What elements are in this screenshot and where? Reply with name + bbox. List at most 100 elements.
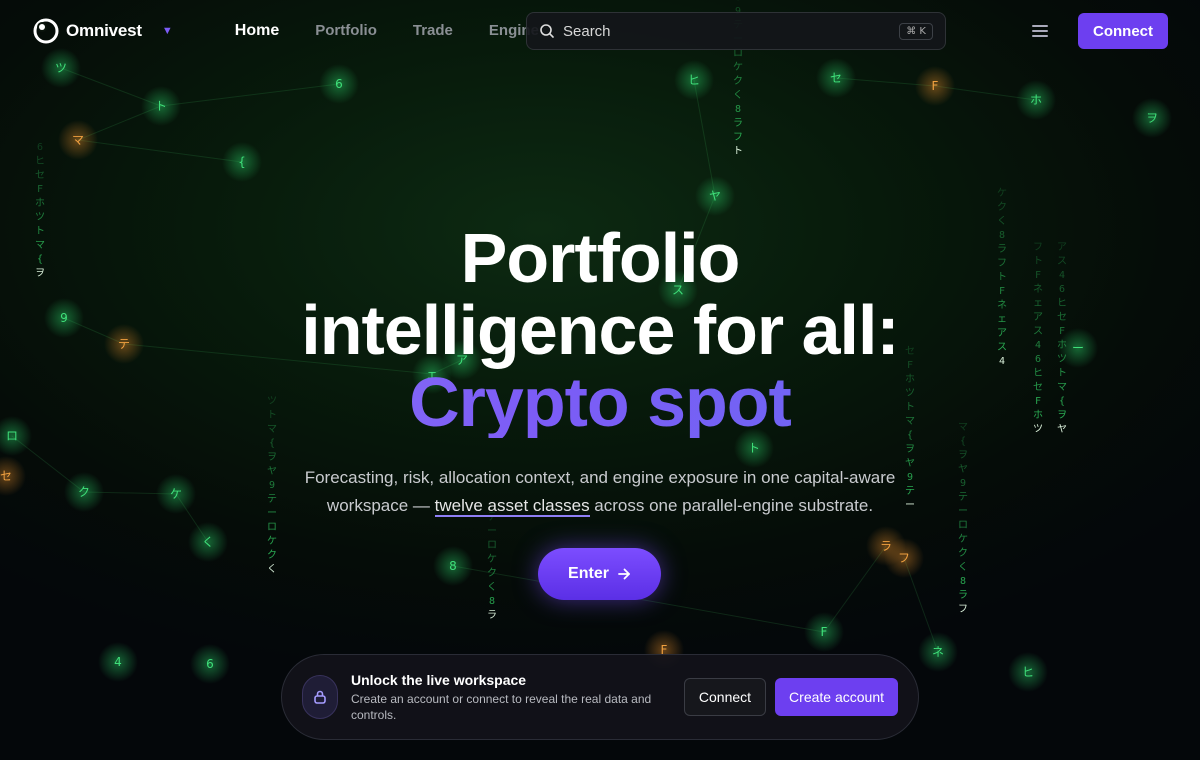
glow-node: 6 — [190, 644, 230, 684]
matrix-glyph: ケ — [997, 187, 1007, 199]
network-link — [160, 83, 340, 107]
svg-text:6: 6 — [206, 657, 214, 671]
svg-text:ツ: ツ — [55, 61, 67, 75]
glow-node: く — [188, 522, 228, 562]
unlock-title: Unlock the live workspace — [351, 671, 527, 688]
matrix-glyph: ラ — [487, 609, 497, 621]
glow-node: 4 — [98, 642, 138, 682]
glow-node: ラ — [866, 526, 906, 566]
omnivest-logo-icon — [33, 18, 59, 44]
search-placeholder: Search — [563, 22, 611, 40]
svg-text:セ: セ — [0, 469, 12, 483]
network-link — [77, 139, 243, 163]
glow-node: ヲ — [1132, 98, 1172, 138]
network-link — [693, 79, 716, 197]
glow-node: セ — [0, 456, 26, 496]
nav-portfolio[interactable]: Portfolio — [297, 22, 395, 40]
hero-subtitle-part-2: across one parallel-engine substrate. — [589, 496, 874, 515]
matrix-glyph: ヲ — [267, 452, 277, 463]
matrix-glyph: ロ — [958, 520, 968, 531]
network-link — [175, 493, 209, 543]
glow-node: 6 — [319, 64, 359, 104]
unlock-description: Create an account or connect to reveal t… — [351, 691, 652, 722]
matrix-glyph: ホ — [35, 197, 45, 209]
svg-text:ヒ: ヒ — [1022, 665, 1034, 679]
glow-node: ケ — [156, 474, 196, 514]
svg-text:ク: ク — [78, 485, 90, 499]
matrix-glyph: 8 — [960, 576, 966, 587]
enter-label: Enter — [568, 565, 609, 582]
matrix-glyph: ク — [267, 549, 277, 561]
glow-node: F — [915, 66, 955, 106]
matrix-glyph: ラ — [958, 589, 968, 601]
enter-button[interactable]: Enter — [538, 548, 661, 600]
hero-title-accent: Crypto spot — [0, 366, 1200, 438]
search-shortcut-badge: ⌘ K — [899, 22, 933, 40]
chevron-down-icon[interactable]: ▼ — [162, 25, 173, 37]
network-link — [835, 77, 936, 87]
matrix-glyph: ー — [487, 526, 497, 537]
nav-home[interactable]: Home — [217, 22, 297, 40]
search-bar[interactable]: Search ⌘ K — [526, 12, 946, 50]
matrix-glyph: く — [733, 90, 743, 101]
glow-node: ク — [64, 472, 104, 512]
matrix-glyph: { — [269, 438, 275, 449]
svg-text:セ: セ — [830, 71, 842, 85]
matrix-glyph: ク — [487, 567, 497, 579]
arrow-right-icon — [618, 568, 630, 580]
unlock-connect-button[interactable]: Connect — [683, 678, 767, 716]
svg-text:4: 4 — [114, 655, 122, 669]
matrix-glyph: ヒ — [35, 155, 45, 167]
glow-node: ヒ — [674, 60, 714, 100]
matrix-glyph: ヤ — [958, 464, 968, 475]
brand[interactable]: Omnivest ▼ — [32, 17, 173, 45]
brand-name: Omnivest — [66, 21, 142, 40]
glow-node: 8 — [433, 546, 473, 586]
glow-node: マ — [58, 120, 98, 160]
hero-heading: Portfolio intelligence for all: Crypto s… — [0, 222, 1200, 438]
create-account-button[interactable]: Create account — [775, 678, 898, 716]
network-link — [60, 67, 162, 107]
svg-text:8: 8 — [449, 559, 457, 573]
glow-node: セ — [816, 58, 856, 98]
unlock-text: Unlock the live workspace Create an acco… — [351, 672, 684, 723]
glow-node: ネ — [918, 632, 958, 672]
matrix-glyph: 8 — [489, 596, 495, 607]
svg-text:ヒ: ヒ — [688, 73, 700, 87]
svg-text:ヤ: ヤ — [709, 189, 721, 203]
matrix-glyph: ケ — [958, 533, 968, 545]
matrix-glyph: ラ — [733, 117, 743, 129]
svg-text:F: F — [932, 79, 939, 93]
matrix-glyph: ケ — [733, 61, 743, 73]
network-link — [11, 435, 85, 493]
connect-button[interactable]: Connect — [1078, 13, 1168, 49]
main-nav: Home Portfolio Trade Engine — [217, 22, 557, 40]
nav-trade[interactable]: Trade — [395, 22, 471, 40]
glow-node: ホ — [1016, 80, 1056, 120]
asset-classes-link[interactable]: twelve asset classes — [434, 496, 590, 517]
matrix-glyph: テ — [267, 494, 277, 505]
matrix-glyph: セ — [35, 169, 45, 181]
glow-node: フ — [884, 538, 924, 578]
matrix-glyph: 9 — [269, 480, 275, 491]
matrix-glyph: ー — [958, 506, 968, 517]
matrix-glyph: 9 — [960, 478, 966, 489]
svg-text:ヲ: ヲ — [1146, 111, 1158, 125]
glow-node: { — [222, 142, 262, 182]
matrix-glyph: フ — [958, 604, 968, 615]
matrix-glyph: く — [958, 562, 968, 573]
matrix-glyph: ロ — [487, 540, 497, 551]
network-link — [934, 85, 1037, 101]
matrix-glyph: く — [487, 582, 497, 593]
lock-icon — [302, 675, 338, 719]
glow-node: ト — [141, 86, 181, 126]
hamburger-menu-icon[interactable] — [1030, 22, 1050, 40]
matrix-glyph: フ — [733, 132, 743, 143]
hero-subtitle: Forecasting, risk, allocation context, a… — [290, 464, 910, 520]
svg-text:{: { — [238, 155, 246, 169]
glow-node: F — [804, 612, 844, 652]
matrix-glyph: ク — [958, 547, 968, 559]
svg-text:ラ: ラ — [880, 539, 892, 553]
svg-text:ホ: ホ — [1030, 93, 1042, 107]
svg-text:マ: マ — [72, 133, 84, 147]
